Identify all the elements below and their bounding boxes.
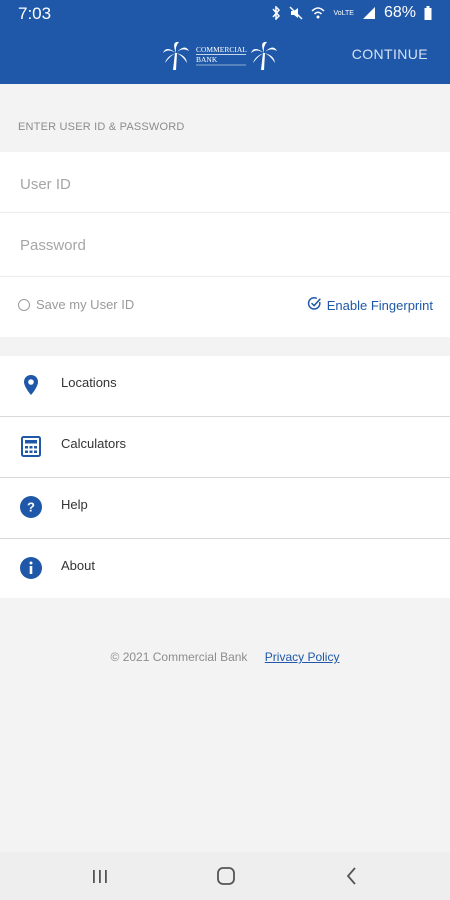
field-divider [0, 276, 450, 277]
logo-line-2: BANK [196, 55, 218, 64]
user-id-input[interactable] [18, 163, 436, 205]
status-bar: 7:03 VoLTE 68% [0, 0, 450, 26]
back-icon[interactable] [340, 864, 364, 888]
menu-item-calculators[interactable]: Calculators [0, 417, 450, 477]
bluetooth-icon [271, 6, 281, 20]
save-user-id-toggle[interactable]: Save my User ID [18, 297, 134, 312]
save-user-id-label: Save my User ID [36, 297, 135, 312]
recent-apps-icon[interactable] [88, 864, 112, 888]
wifi-icon [311, 6, 325, 20]
menu-list: Locations Calculators ? Help About [0, 356, 450, 598]
privacy-policy-link[interactable]: Privacy Policy [265, 650, 340, 664]
login-card: Save my User ID Enable Fingerprint [0, 152, 450, 337]
copyright-text: © 2021 Commercial Bank [110, 650, 248, 664]
status-icons: VoLTE 68% [271, 4, 432, 22]
check-circle-icon [307, 296, 322, 314]
battery-percent: 68% [383, 4, 416, 21]
home-icon[interactable] [214, 864, 238, 888]
menu-item-label: About [61, 558, 95, 573]
calculator-icon [19, 434, 43, 458]
password-input[interactable] [18, 224, 436, 266]
logo-line-1: COMMERCIAL [196, 45, 247, 54]
info-circle-icon [19, 556, 43, 580]
radio-unchecked-icon[interactable] [18, 298, 30, 311]
menu-item-label: Help [61, 497, 88, 512]
commercial-bank-logo: COMMERCIAL BANK [163, 41, 278, 71]
network-type-label: VoLTE [333, 9, 354, 17]
menu-item-label: Locations [61, 375, 117, 390]
battery-icon [424, 6, 432, 20]
location-pin-icon [19, 373, 43, 397]
enable-fingerprint-label: Enable Fingerprint [326, 297, 433, 313]
menu-item-about[interactable]: About [0, 539, 450, 599]
footer: © 2021 Commercial Bank Privacy Policy [0, 650, 450, 664]
login-section-label: ENTER USER ID & PASSWORD [18, 121, 185, 133]
mute-icon [289, 6, 303, 20]
system-nav-bar [0, 852, 450, 900]
enable-fingerprint-button[interactable]: Enable Fingerprint [307, 296, 433, 314]
signal-icon [362, 6, 376, 20]
svg-text:?: ? [27, 500, 35, 515]
field-divider [0, 212, 450, 213]
app-header: COMMERCIAL BANK CONTINUE [0, 26, 450, 84]
menu-item-label: Calculators [61, 436, 127, 451]
status-time: 7:03 [18, 4, 52, 23]
menu-item-help[interactable]: ? Help [0, 478, 450, 538]
continue-button[interactable]: CONTINUE [352, 46, 428, 62]
menu-item-locations[interactable]: Locations [0, 356, 450, 416]
help-circle-icon: ? [19, 495, 43, 519]
